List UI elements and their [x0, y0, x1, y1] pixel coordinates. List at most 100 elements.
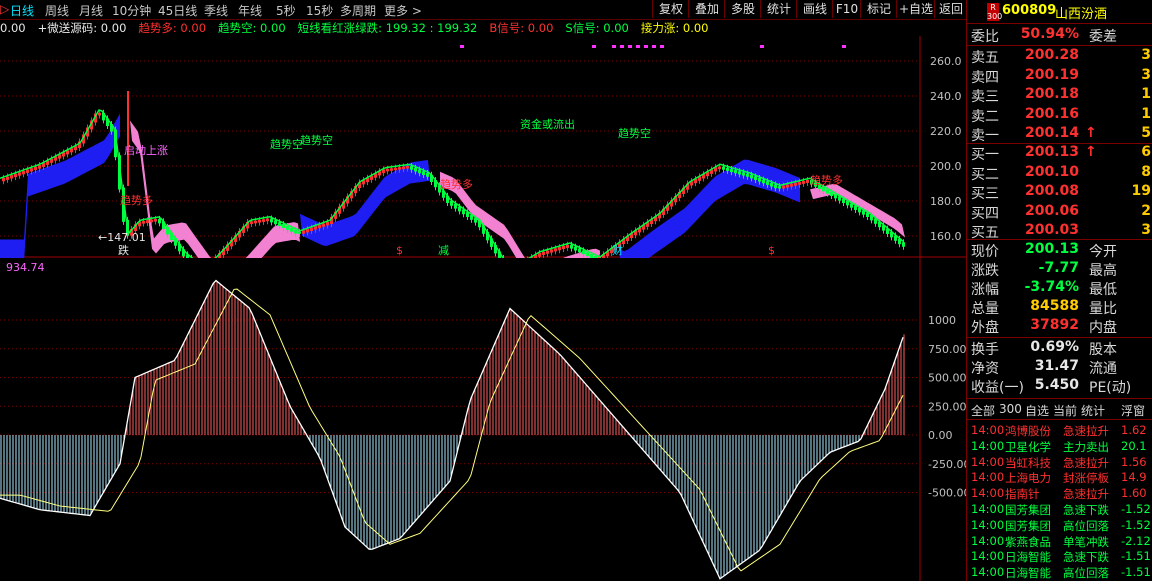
multi-stock-button[interactable]: 多股 — [724, 0, 761, 18]
news-list-item[interactable]: 14:00 紫燕食品 单笔冲跌 -2.12 — [971, 534, 1152, 550]
news-tab[interactable]: 全部 — [971, 402, 995, 419]
candle-body — [582, 250, 585, 255]
candle-body — [142, 220, 145, 224]
weibi-value: 50.94% — [1020, 26, 1079, 42]
news-tab[interactable]: 当前 — [1053, 402, 1077, 419]
signal-dot — [636, 45, 640, 48]
fuquan-button[interactable]: 复权 — [652, 0, 689, 18]
finance-stat-row: 换手 0.69% 股本 — [967, 339, 1152, 358]
signal-dot — [660, 45, 664, 48]
statistics-button[interactable]: 统计 — [760, 0, 797, 18]
macd-sub-chart[interactable]: 1000 750.00 500.00 250.00 0.00 -250.00 -500.00 — [0, 258, 966, 581]
ask-row[interactable]: 卖二 200.16 1 — [967, 106, 1152, 125]
news-event: 急速拉升 — [1063, 487, 1109, 502]
news-list-item[interactable]: 14:00 上海电力 封涨停板 14.9 — [971, 470, 1152, 486]
period-tab-quarter[interactable]: 季线 — [204, 2, 228, 19]
candle-body — [790, 183, 793, 187]
news-list-item[interactable]: 14:00 日海智能 高位回落 -1.51 — [971, 565, 1152, 581]
stat-label-2: 流通 — [1089, 361, 1117, 377]
stat-value: -7.77 — [1038, 260, 1079, 276]
indicator-item: 接力涨: 0.00 — [640, 21, 709, 35]
news-list-item[interactable]: 14:00 国芳集团 急速下跌 -1.52 — [971, 502, 1152, 518]
stat-value: 84588 — [1030, 298, 1079, 314]
kline-main-chart[interactable]: 260.0 240.0 220.0 200.0 180.0 160.0 趋势多 趋势空启动上涨… — [0, 36, 966, 258]
candle-body — [278, 222, 281, 227]
candle-body — [286, 225, 289, 230]
candle-body — [2, 177, 5, 182]
stat-label-2: 最低 — [1089, 282, 1117, 298]
weibi-label: 委比 — [971, 29, 999, 45]
period-tab-year[interactable]: 年线 — [238, 2, 262, 19]
news-list-item[interactable]: 14:00 当虹科技 急速拉升 1.56 — [971, 455, 1152, 471]
candle-body — [558, 247, 561, 251]
sub-chart-value: 934.74 — [6, 261, 45, 274]
candle-body — [838, 196, 841, 201]
stat-value: 0.69% — [1030, 339, 1079, 355]
news-event: 急速下跌 — [1063, 550, 1109, 565]
overlay-button[interactable]: 叠加 — [688, 0, 725, 18]
candle-body — [738, 171, 741, 175]
ask-row[interactable]: 卖一 200.14 ↑ 5 — [967, 125, 1152, 144]
news-list-item[interactable]: 14:00 鸿博股份 急速拉升 1.62 — [971, 423, 1152, 439]
period-tab-multi[interactable]: 多周期 — [340, 2, 376, 19]
ask-row[interactable]: 卖三 200.18 1 — [967, 86, 1152, 105]
add-watchlist-button[interactable]: +自选 — [896, 0, 935, 18]
news-tab[interactable]: 统计 — [1081, 402, 1105, 419]
period-tab-45day[interactable]: 45日线 — [158, 2, 197, 19]
bid-row[interactable]: 买二 200.10 8 — [967, 164, 1152, 183]
candle-body — [774, 184, 777, 189]
candle-body — [26, 169, 29, 173]
period-tab-daily[interactable]: 日线 — [10, 2, 34, 19]
indicator-item: B信号: 0.00 — [489, 21, 554, 35]
period-tab-5s[interactable]: 5秒 — [276, 2, 296, 19]
ask-row[interactable]: 卖五 200.28 3 — [967, 47, 1152, 66]
candle-body — [802, 180, 805, 184]
y-tick-label: -500.00 — [928, 487, 966, 500]
news-tab[interactable]: 300 — [999, 402, 1022, 416]
stat-label: 外盘 — [971, 320, 999, 336]
bid-row[interactable]: 买一 200.13 ↑ 6 — [967, 144, 1152, 163]
quote-stat-row: 总量 84588 量比 — [967, 298, 1152, 317]
ma-band-bull — [810, 183, 905, 238]
quote-stat-row: 涨幅 -3.74% 最低 — [967, 279, 1152, 298]
candle-body — [270, 218, 273, 223]
ask-row[interactable]: 卖四 200.19 3 — [967, 67, 1152, 86]
bid-row[interactable]: 买四 200.06 2 — [967, 203, 1152, 222]
news-tab[interactable]: 浮窗 — [1121, 402, 1145, 419]
news-list-item[interactable]: 14:00 国芳集团 高位回落 -1.52 — [971, 518, 1152, 534]
event-marker: $ — [396, 244, 403, 257]
period-tab-weekly[interactable]: 周线 — [45, 2, 69, 19]
quote-stat-row: 现价 200.13 今开 — [967, 241, 1152, 260]
bid-row[interactable]: 买三 200.08 19 — [967, 183, 1152, 202]
news-list-item[interactable]: 14:00 日海智能 急速下跌 -1.51 — [971, 549, 1152, 565]
news-list-item[interactable]: 14:00 卫星化学 主力卖出 20.1 — [971, 439, 1152, 455]
signal-dot — [644, 45, 648, 48]
news-list-item[interactable]: 14:00 指南针 急速拉升 1.60 — [971, 486, 1152, 502]
period-tab-10min[interactable]: 10分钟 — [112, 2, 151, 19]
candle-body — [394, 167, 397, 171]
draw-line-button[interactable]: 画线 — [796, 0, 833, 18]
trend-annotation: 趋势空 — [270, 137, 303, 151]
bid-volume: 2 — [1141, 202, 1151, 219]
news-time: 14:00 — [971, 454, 1005, 469]
f10-button[interactable]: F10 — [832, 0, 861, 18]
news-stock-name: 日海智能 — [1005, 566, 1051, 581]
event-marker: 财 — [612, 243, 623, 257]
candle-body — [770, 182, 773, 187]
news-tab[interactable]: 自选 — [1025, 402, 1049, 419]
signal-dot — [592, 45, 596, 48]
candle-body — [262, 219, 265, 222]
period-tab-monthly[interactable]: 月线 — [79, 2, 103, 19]
period-tab-more[interactable]: 更多 > — [384, 2, 422, 19]
mark-button[interactable]: 标记 — [860, 0, 897, 18]
event-marker: 减 — [438, 244, 449, 257]
candle-body — [750, 174, 753, 179]
stat-label-2: 量比 — [1089, 301, 1117, 317]
candle-body — [326, 222, 329, 226]
y-tick-label: 180.0 — [930, 195, 962, 208]
trend-annotation: 趋势多 — [120, 193, 153, 207]
period-tab-15s[interactable]: 15秒 — [306, 2, 333, 19]
ask-volume: 1 — [1141, 86, 1151, 102]
candle-body — [566, 244, 569, 248]
back-button[interactable]: 返回 — [934, 0, 967, 18]
